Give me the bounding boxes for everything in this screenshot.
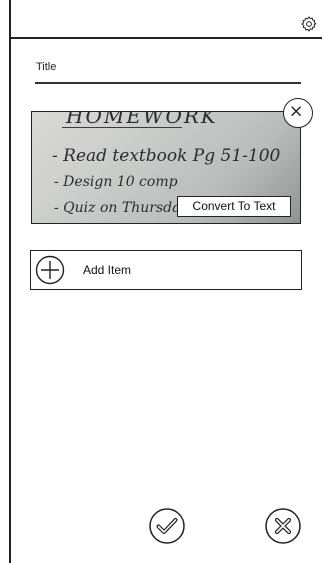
title-field-label: Title xyxy=(36,61,57,73)
check-circle-icon[interactable] xyxy=(148,507,186,545)
handwriting-line: HOMEWORK xyxy=(66,111,218,128)
gear-icon[interactable] xyxy=(300,15,318,33)
x-circle-icon[interactable] xyxy=(264,507,302,545)
convert-to-text-button[interactable]: Convert To Text xyxy=(177,196,291,217)
handwriting-line: - Quiz on Thursday xyxy=(54,200,189,216)
handwriting-line: - Design 10 comp xyxy=(54,174,178,190)
add-item-button[interactable]: Add Item xyxy=(30,250,302,290)
header-divider xyxy=(9,37,322,39)
title-input-underline[interactable] xyxy=(35,82,301,84)
add-item-label: Add Item xyxy=(83,263,132,277)
handwriting-underline xyxy=(62,127,182,128)
left-frame-border xyxy=(9,0,11,563)
plus-circle-icon xyxy=(35,255,65,285)
close-icon xyxy=(291,106,301,116)
remove-image-button[interactable] xyxy=(283,98,313,128)
handwriting-line: - Read textbook Pg 51-100 xyxy=(52,146,281,166)
